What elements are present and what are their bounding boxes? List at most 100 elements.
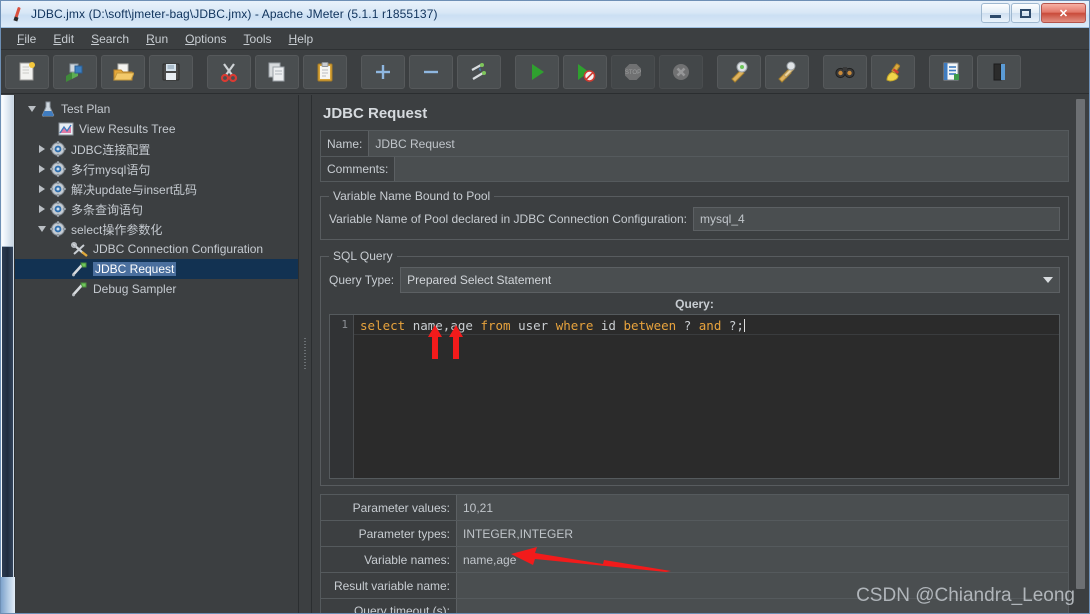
minimize-button[interactable] xyxy=(981,3,1010,23)
tree-item-multi-line-mysql-cn[interactable]: 多行mysql语句 xyxy=(15,159,298,179)
window-bottom-left-strip xyxy=(1,577,15,613)
scrollbar-track[interactable] xyxy=(2,247,13,613)
chevron-down-icon[interactable] xyxy=(1037,268,1059,292)
menu-run[interactable]: Run xyxy=(138,30,176,48)
name-row: Name: JDBC Request xyxy=(320,130,1069,156)
parameter-values-input[interactable]: 10,21 xyxy=(456,495,1068,520)
menu-search[interactable]: Search xyxy=(83,30,137,48)
splitter-grip[interactable] xyxy=(303,337,307,371)
expander-right-icon[interactable] xyxy=(35,145,49,153)
tree-item-label: Debug Sampler xyxy=(93,282,177,296)
name-input[interactable]: JDBC Request xyxy=(368,131,1068,156)
restore-button[interactable] xyxy=(1011,3,1040,23)
menu-file-rest: ile xyxy=(24,31,37,46)
menu-file[interactable]: File xyxy=(9,30,44,48)
expander-down-icon[interactable] xyxy=(25,106,39,112)
start-icon[interactable] xyxy=(515,54,559,89)
templates-icon[interactable] xyxy=(53,54,97,89)
paste-icon[interactable] xyxy=(303,54,347,89)
sql-token-and: and xyxy=(698,318,722,333)
copy-icon[interactable] xyxy=(255,54,299,89)
tree-item-jdbc-request[interactable]: JDBC Request xyxy=(15,259,298,279)
query-type-value: Prepared Select Statement xyxy=(407,273,552,287)
editor-line-gutter: 1 xyxy=(330,315,354,478)
tree-item-multi-query-cn[interactable]: 多条查询语句 xyxy=(15,199,298,219)
expander-right-icon[interactable] xyxy=(35,185,49,193)
sql-token-table: user xyxy=(518,318,549,333)
query-timeout-label: Query timeout (s): xyxy=(353,604,450,613)
function-helper-icon[interactable] xyxy=(929,54,973,89)
clear-all-icon[interactable] xyxy=(765,54,809,89)
shutdown-icon[interactable] xyxy=(659,54,703,89)
menu-run-rest: un xyxy=(154,31,169,46)
toggle-icon[interactable] xyxy=(457,54,501,89)
thread-group-icon xyxy=(49,141,67,157)
menu-help-rest: elp xyxy=(297,31,314,46)
page-title: JDBC Request xyxy=(323,105,428,122)
open-icon[interactable] xyxy=(101,54,145,89)
query-type-select[interactable]: Prepared Select Statement xyxy=(400,267,1060,293)
menu-options[interactable]: Options xyxy=(177,30,234,48)
sql-token-between: between xyxy=(623,318,677,333)
query-editor-code[interactable]: select name,age from user where id betwe… xyxy=(354,315,1059,478)
expander-right-icon[interactable] xyxy=(35,205,49,213)
expander-down-icon[interactable] xyxy=(35,226,49,232)
expander-right-icon[interactable] xyxy=(35,165,49,173)
clear-icon[interactable] xyxy=(717,54,761,89)
menu-help[interactable]: Help xyxy=(281,30,322,48)
main-body: Test Plan View Results Tree JDBC连接配置 多行m… xyxy=(1,95,1089,613)
tree-item-test-plan[interactable]: Test Plan xyxy=(15,99,298,119)
window-controls: ✕ xyxy=(981,3,1086,23)
window-title-bar: JDBC.jmx (D:\soft\jmeter-bag\JDBC.jmx) -… xyxy=(1,1,1089,28)
menu-edit[interactable]: Edit xyxy=(45,30,82,48)
menu-tools[interactable]: Tools xyxy=(236,30,280,48)
tree-item-fix-update-insert-encoding-cn[interactable]: 解决update与insert乱码 xyxy=(15,179,298,199)
search-icon[interactable] xyxy=(823,54,867,89)
panel-vertical-scrollbar[interactable] xyxy=(1075,99,1086,597)
menu-tools-rest: ools xyxy=(249,31,272,46)
sql-token-select: select xyxy=(360,318,406,333)
comments-input[interactable] xyxy=(394,157,1068,181)
reset-search-icon[interactable] xyxy=(871,54,915,89)
panel-splitter[interactable] xyxy=(298,95,312,613)
save-icon[interactable] xyxy=(149,54,193,89)
thread-group-icon xyxy=(49,221,67,237)
scrollbar-thumb[interactable] xyxy=(2,95,13,247)
expand-all-icon[interactable] xyxy=(361,54,405,89)
pool-variable-input[interactable]: mysql_4 xyxy=(692,207,1060,231)
close-button[interactable]: ✕ xyxy=(1041,3,1086,23)
main-toolbar: STOP xyxy=(1,50,1089,94)
sql-token-id: id xyxy=(600,318,616,333)
text-caret xyxy=(743,319,745,332)
collapse-all-icon[interactable] xyxy=(409,54,453,89)
stop-icon[interactable]: STOP xyxy=(611,54,655,89)
jmeter-feather-icon xyxy=(8,5,26,23)
panel-scrollbar-thumb[interactable] xyxy=(1076,99,1085,589)
listener-icon xyxy=(57,121,75,137)
tree-item-label: JDBC连接配置 xyxy=(71,142,151,157)
thread-group-icon xyxy=(49,181,67,197)
cut-icon[interactable] xyxy=(207,54,251,89)
sql-group-legend: SQL Query xyxy=(329,249,397,263)
parameter-types-input[interactable]: INTEGER,INTEGER xyxy=(456,521,1068,546)
variable-names-input[interactable]: name,age xyxy=(456,547,1068,572)
comments-row: Comments: xyxy=(320,156,1069,182)
query-editor[interactable]: 1 select name,age from user where id bet… xyxy=(329,314,1060,479)
new-test-plan-icon[interactable] xyxy=(5,54,49,89)
jdbc-request-panel: JDBC Request Name: JDBC Request Comments… xyxy=(312,95,1089,613)
window-vertical-scrollbar[interactable] xyxy=(1,95,15,613)
start-no-timers-icon[interactable] xyxy=(563,54,607,89)
tree-item-jdbc-connection-config-cn[interactable]: JDBC连接配置 xyxy=(15,139,298,159)
pool-group-legend: Variable Name Bound to Pool xyxy=(329,189,495,203)
variable-names-label: Variable names: xyxy=(364,552,450,567)
csdn-watermark: CSDN @Chiandra_Leong xyxy=(856,585,1075,606)
tree-item-jdbc-connection-configuration[interactable]: JDBC Connection Configuration xyxy=(15,239,298,259)
tree-item-label: select操作参数化 xyxy=(71,222,163,237)
test-plan-tree: Test Plan View Results Tree JDBC连接配置 多行m… xyxy=(15,95,298,613)
tree-item-debug-sampler[interactable]: Debug Sampler xyxy=(15,279,298,299)
tree-item-label: View Results Tree xyxy=(79,122,176,136)
tree-item-label: Test Plan xyxy=(61,102,111,116)
help-icon[interactable] xyxy=(977,54,1021,89)
tree-item-view-results-tree[interactable]: View Results Tree xyxy=(15,119,298,139)
tree-item-select-parameterization-cn[interactable]: select操作参数化 xyxy=(15,219,298,239)
